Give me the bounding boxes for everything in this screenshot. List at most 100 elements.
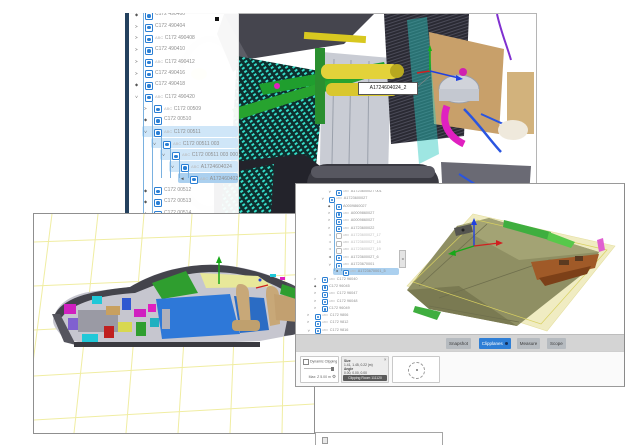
dynamic-clipping-checkbox[interactable] <box>303 359 309 365</box>
part-visibility-icon[interactable] <box>154 117 162 125</box>
chevron-down-icon[interactable]: > <box>325 191 332 193</box>
tree-guide-line <box>161 137 162 178</box>
toolbar-button-snapshot[interactable]: Snapshot <box>446 338 471 349</box>
chevron-down-icon[interactable]: > <box>318 198 325 200</box>
tree-row[interactable]: ◆C172 00513 <box>125 196 238 208</box>
tree-row[interactable]: ◄ABCA1723600027_17 <box>296 232 399 239</box>
close-icon[interactable]: × <box>384 357 387 362</box>
chevron-right-icon[interactable]: > <box>135 21 138 33</box>
chevron-right-icon[interactable]: > <box>314 298 316 305</box>
part-visibility-icon[interactable] <box>172 152 180 160</box>
part-visibility-icon[interactable] <box>154 105 162 113</box>
part-label: ABCA1723600027 <box>336 195 367 202</box>
toolbar-button-scope[interactable]: Scope <box>547 338 566 349</box>
tree-row[interactable]: >ABCC172 490412 <box>125 56 238 68</box>
chevron-right-icon[interactable]: > <box>314 290 316 297</box>
rotation-dial[interactable] <box>408 362 425 379</box>
part-callout[interactable]: A1724604024_2 <box>358 82 418 95</box>
chevron-down-icon[interactable]: > <box>304 329 311 331</box>
tree-row[interactable]: >ABCA1723670001 <box>296 261 399 268</box>
tree-row[interactable]: >C172 490416 <box>125 68 238 80</box>
clipping-room-button[interactable]: Clipping Room 111120 <box>343 375 387 381</box>
tree-row[interactable]: >ABCC172 9806 <box>296 312 399 319</box>
tree-row[interactable]: ◄ABCA1723670001_5 <box>296 268 399 275</box>
clipping-slider[interactable] <box>304 368 334 369</box>
part-visibility-icon[interactable] <box>145 13 153 20</box>
tree-row[interactable]: >ABCA0009860027 <box>296 210 399 217</box>
chevron-right-icon[interactable]: > <box>135 44 138 56</box>
part-visibility-icon[interactable] <box>154 187 162 195</box>
part-visibility-icon[interactable] <box>145 94 153 102</box>
hood-3d-viewport[interactable] <box>399 190 624 334</box>
tree-row[interactable]: > ABCA1723600027 <box>296 195 399 202</box>
chevron-right-icon[interactable]: > <box>328 210 330 217</box>
chevron-right-icon[interactable]: > <box>328 225 330 232</box>
chevron-down-icon[interactable]: > <box>166 166 178 169</box>
tree-row[interactable]: >ABCC172 490420 <box>125 91 238 103</box>
tree-row[interactable]: ◆C172 96045 <box>296 283 399 290</box>
abc-badge: ABC <box>343 262 349 266</box>
chevron-down-icon[interactable]: > <box>130 95 142 98</box>
part-visibility-icon[interactable] <box>181 164 189 172</box>
chevron-down-icon[interactable]: > <box>325 264 332 266</box>
tree-row[interactable]: >ABCC172 96048 <box>296 298 399 305</box>
part-visibility-icon[interactable] <box>163 141 171 149</box>
slider-thumb[interactable] <box>331 367 334 371</box>
chevron-right-icon[interactable]: > <box>314 305 316 312</box>
part-visibility-icon[interactable] <box>154 129 162 137</box>
diamond-icon: ◆ <box>135 79 138 91</box>
tree-row[interactable]: >ABCC172 00511 003 <box>125 138 238 150</box>
chevron-right-icon[interactable]: > <box>314 276 316 283</box>
toolbar-button-clipplanes[interactable]: Clipplanes <box>479 338 511 349</box>
tree-row[interactable]: >ABCC172 96047 <box>296 290 399 297</box>
car-3d-viewport[interactable] <box>33 213 315 434</box>
chevron-right-icon[interactable]: > <box>135 32 138 44</box>
tree-row[interactable]: >C172 490404 <box>125 21 238 33</box>
part-visibility-icon[interactable] <box>145 35 153 43</box>
tree-row[interactable]: ◄ABCA1723600027_19 <box>296 246 399 253</box>
speaker-icon: ◄ <box>180 173 184 185</box>
tree-row[interactable]: ◄ABCA1723600027_6 <box>296 254 399 261</box>
resize-handle[interactable] <box>215 17 219 21</box>
toolbar-button-measure[interactable]: Measure <box>517 338 541 349</box>
tree-row[interactable]: >ABCC172 9812 <box>296 319 399 326</box>
collapse-tab[interactable]: ◂ <box>399 250 406 268</box>
abc-badge: ABC <box>343 226 349 230</box>
chevron-right-icon[interactable]: > <box>307 319 309 326</box>
part-visibility-icon[interactable] <box>190 176 198 184</box>
tree-row[interactable]: ◆C172 00512 <box>125 185 238 197</box>
tree-row[interactable]: ◄ABCA1723600027_18 <box>296 239 399 246</box>
part-visibility-icon[interactable] <box>145 47 153 55</box>
chevron-right-icon[interactable]: > <box>135 56 138 68</box>
tree-row[interactable]: >ABCC172 490408 <box>125 32 238 44</box>
tree-row[interactable]: >ABCA1723600022 <box>296 225 399 232</box>
chevron-right-icon[interactable]: > <box>135 68 138 80</box>
part-visibility-icon[interactable] <box>145 70 153 78</box>
chevron-right-icon[interactable]: > <box>144 103 147 115</box>
tree-row[interactable]: >ABCC172 00511 <box>125 126 238 138</box>
tree-row[interactable]: >ABCC172 96040 <box>296 276 399 283</box>
tree-row[interactable]: >ABCC172 9816 <box>296 327 399 334</box>
part-visibility-icon[interactable] <box>145 82 153 90</box>
chevron-down-icon[interactable]: > <box>139 131 151 134</box>
tree-row[interactable]: >ABCA0009860027 <box>296 217 399 224</box>
tree-row[interactable]: >C172 490410 <box>125 44 238 56</box>
part-visibility-icon[interactable] <box>145 24 153 32</box>
tree-row[interactable]: >C172 96049 <box>296 305 399 312</box>
tree-row[interactable]: ◄ABCA1724604024_2 <box>125 173 238 185</box>
part-visibility-icon[interactable] <box>154 199 162 207</box>
tree-row[interactable]: ◆C172 00510 <box>125 114 238 126</box>
tree-row[interactable]: >ABCC172 00509 <box>125 103 238 115</box>
chevron-down-icon[interactable]: > <box>157 154 169 157</box>
tree-row[interactable]: ◆C172 490418 <box>125 79 238 91</box>
chevron-right-icon[interactable]: > <box>328 217 330 224</box>
part-visibility-icon[interactable] <box>145 59 153 67</box>
tree-row[interactable]: >ABCA1724604024 <box>125 161 238 173</box>
diamond-icon: ◆ <box>144 196 147 208</box>
tree-row[interactable]: ◆C172 490400 <box>125 13 238 21</box>
gear-icon[interactable]: ⚙ <box>332 374 336 379</box>
tree-row[interactable]: ◆A0009860027 <box>296 203 399 210</box>
chevron-down-icon[interactable]: > <box>148 142 160 145</box>
chevron-right-icon[interactable]: > <box>307 312 309 319</box>
tree-row[interactable]: >ABCC172 00511 003 0002 <box>125 149 238 161</box>
